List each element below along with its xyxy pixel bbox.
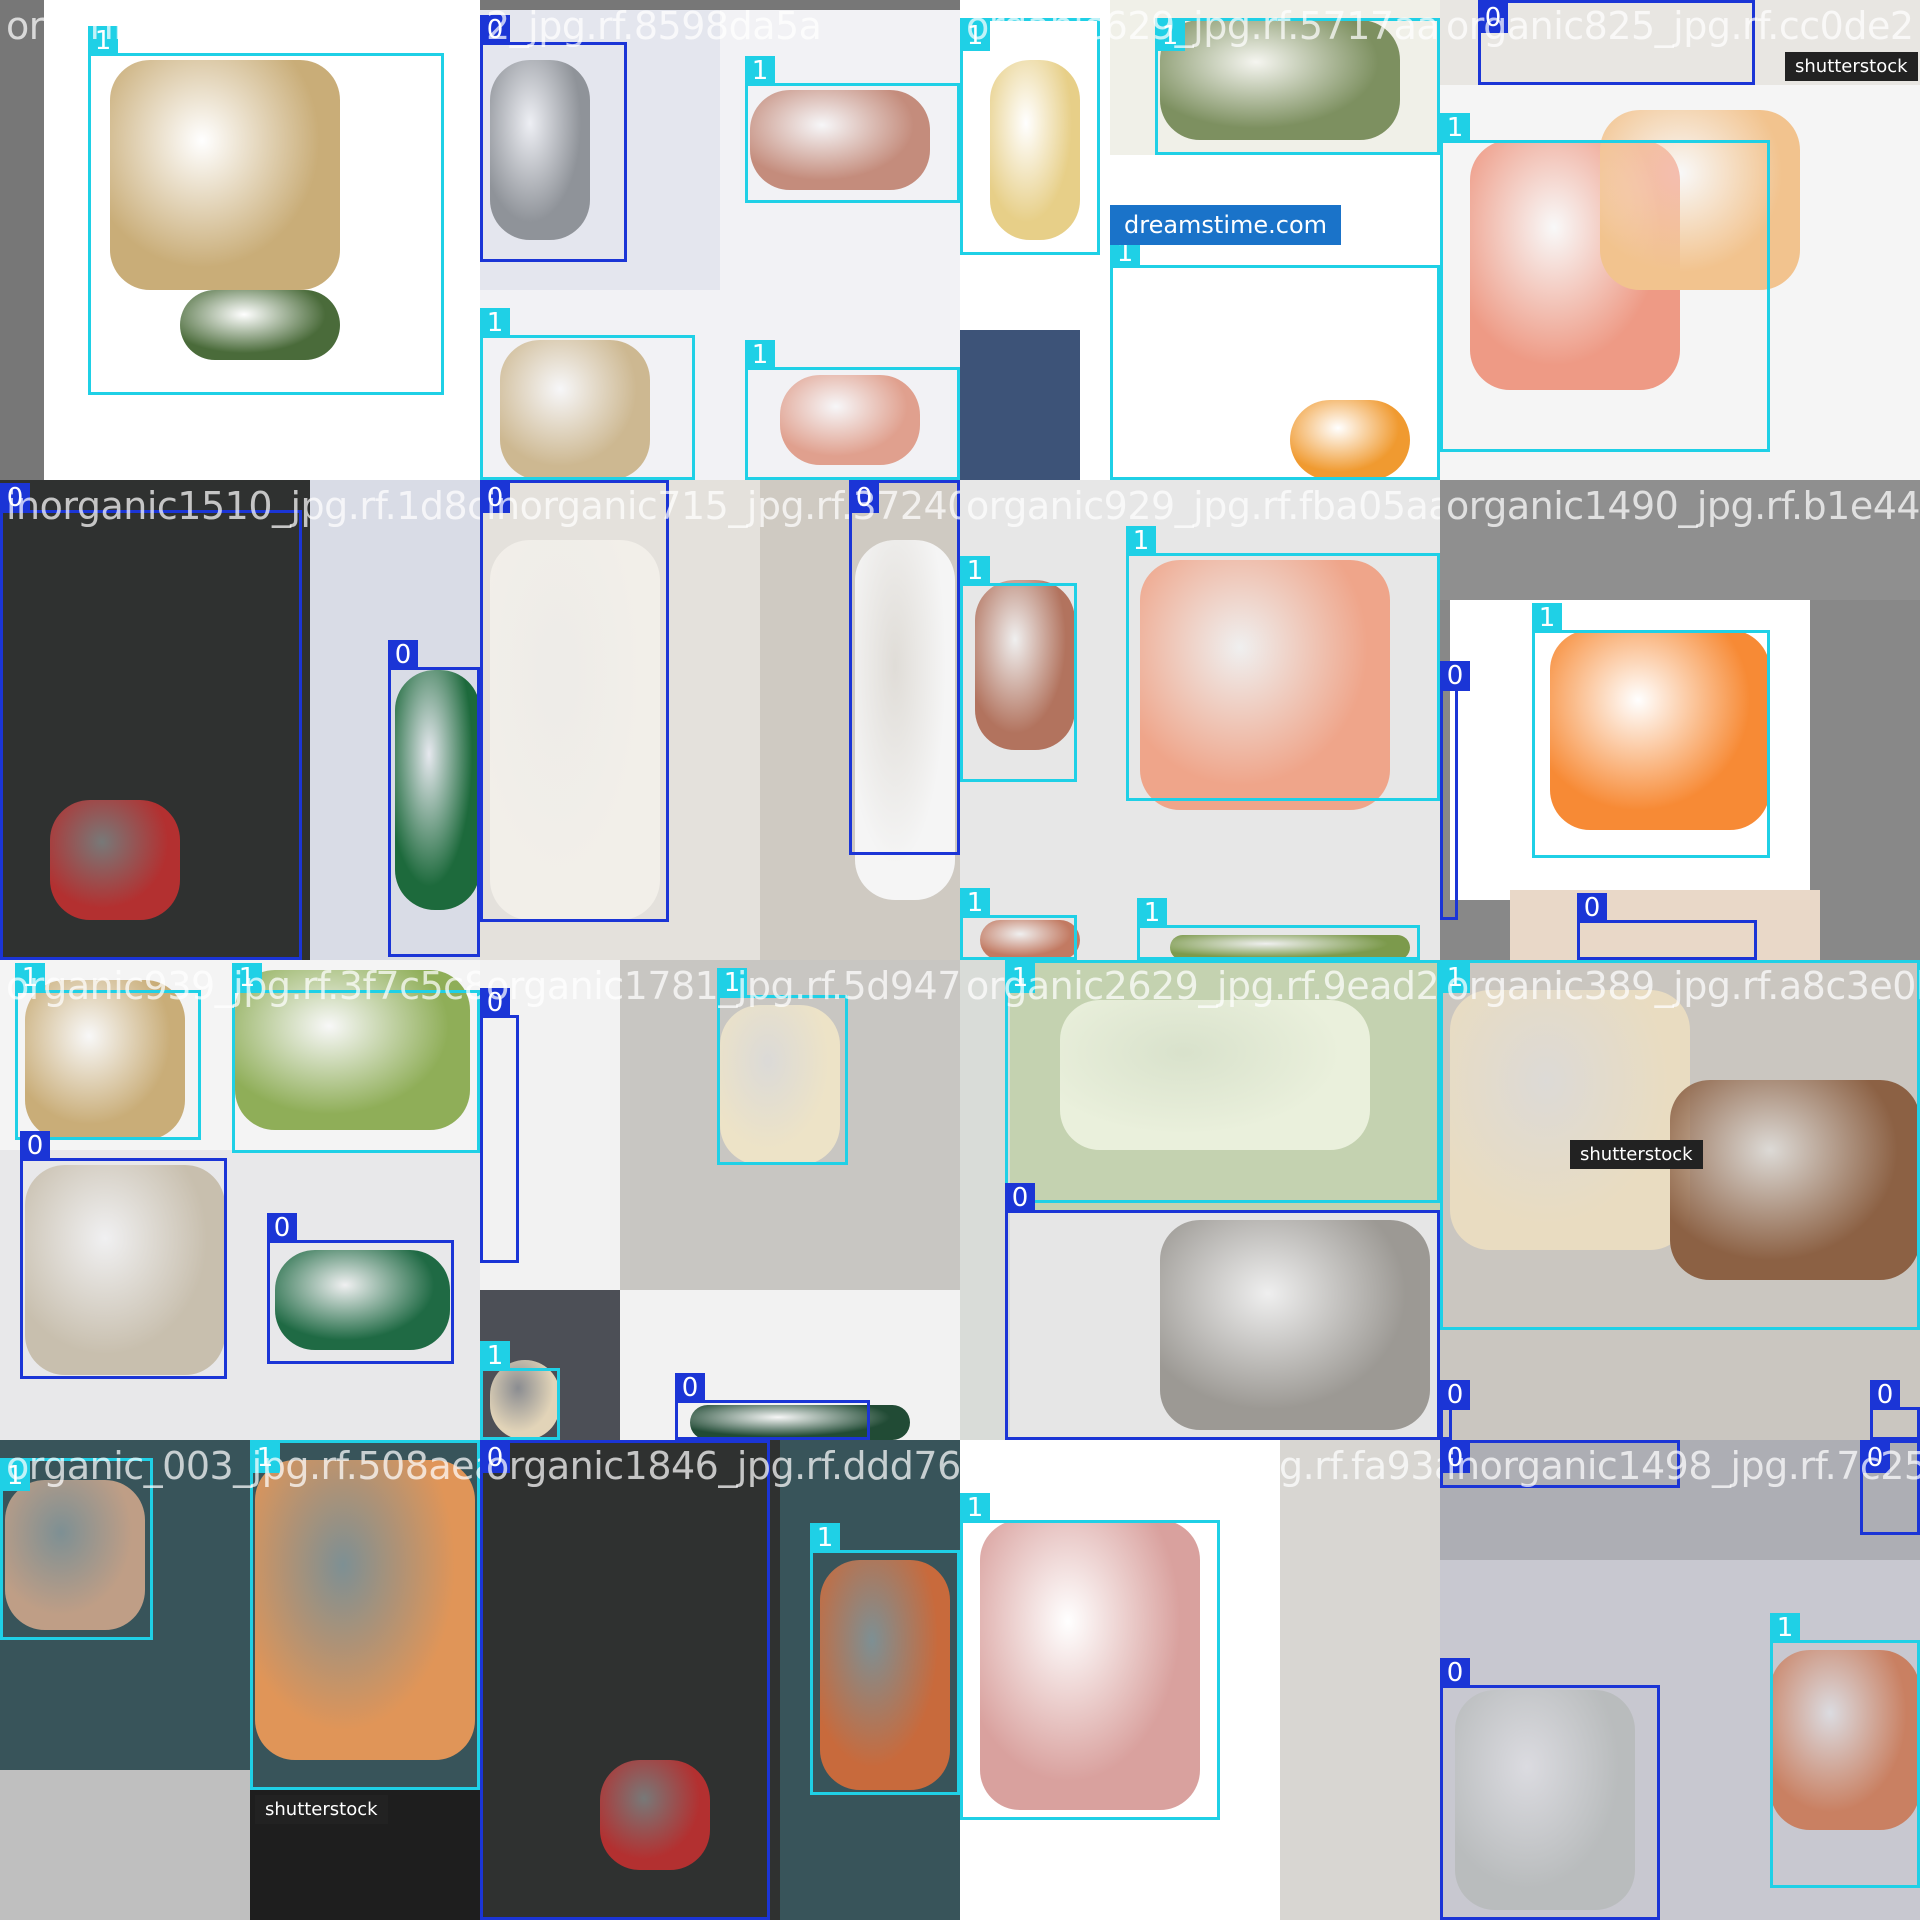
watermark-text: shutterstock (1570, 1140, 1703, 1169)
tile-filename: organic629_jpg.rf.5717aa6 (966, 4, 1440, 48)
class-label: 1 (1137, 898, 1167, 928)
mosaic-tile: shutterstock 1 0 0 organic389_jpg.rf.a8c3e0b (1440, 960, 1920, 1440)
class-label: 0 (20, 1131, 50, 1161)
bounding-box-class-0: 0 (1440, 1380, 1470, 1440)
tile-filename: organic1441_jpg.rf.3d1a061 (6, 4, 480, 48)
mosaic-tile: shutterstock 0 1 organic825_jpg.rf.cc0de2 (1440, 0, 1920, 480)
bounding-box-class-1: 1 (1770, 1613, 1920, 1888)
tile-filename: organic2629_jpg.rf.9ead29c9 (966, 964, 1440, 1008)
watermark-text: shutterstock (255, 1795, 388, 1824)
bounding-box-class-1: 1 (960, 888, 1077, 960)
mosaic-tile: 1 inorganic_021_jpg.rf.fa93a3 (960, 1440, 1440, 1920)
tile-filename: inorganic1498_jpg.rf.7c25cd (1446, 1444, 1920, 1488)
mosaic-tile: 0 0 inorganic715_jpg.rf.37240 (480, 480, 960, 960)
tile-filename: inorganic715_jpg.rf.37240 (486, 484, 960, 528)
class-label: 0 (388, 640, 418, 670)
class-label: 1 (960, 888, 990, 918)
mosaic-tile: 1100organic939_jpg.rf.3f7c5c8b6 (0, 960, 480, 1440)
bounding-box-class-0: 0 (0, 483, 302, 960)
class-label: 1 (480, 308, 510, 338)
bounding-box-class-1: 1 (1126, 526, 1440, 801)
bounding-box-class-0: 0 (1440, 661, 1470, 920)
tile-filename: organic1781_jpg.rf.5d947a6 (486, 964, 960, 1008)
class-label: 0 (1440, 1380, 1470, 1410)
background-region (0, 0, 44, 480)
bounding-box-class-0: 0 (480, 480, 669, 922)
mosaic-tile: 0 1 0 organic1490_jpg.rf.b1e4422 (1440, 480, 1920, 960)
background-region (0, 1770, 250, 1920)
bounding-box-class-0: 0 (20, 1131, 227, 1379)
bounding-box-class-0: 0 (388, 640, 480, 957)
bounding-box-class-0: 0 (675, 1373, 870, 1440)
tile-filename: organic1846_jpg.rf.ddd7663 (486, 1444, 960, 1488)
class-label: 0 (1577, 893, 1607, 923)
mosaic-tile: dreamstime.com 1 1 1 organic629_jpg.rf.5717a… (960, 0, 1440, 480)
class-label: 0 (1870, 1380, 1900, 1410)
bounding-box-class-1: 1 (745, 56, 960, 203)
mosaic-tile: 0 1 1 1 2_jpg.rf.8598da5a (480, 0, 960, 480)
mosaic-tile: 1 organic1441_jpg.rf.3d1a061 (0, 0, 480, 480)
mosaic-tile: 1111organic929_jpg.rf.fba05aac4 (960, 480, 1440, 960)
tile-filename: inorganic_021_jpg.rf.fa93a3 (966, 1444, 1440, 1488)
bounding-box-class-1: 1 (960, 1493, 1220, 1820)
tile-filename: organic825_jpg.rf.cc0de2 (1446, 4, 1914, 48)
tile-filename: 2_jpg.rf.8598da5a (486, 4, 822, 48)
bounding-box-class-1: 1 (250, 1440, 480, 1790)
class-label: 0 (267, 1213, 297, 1243)
class-label: 1 (480, 1341, 510, 1371)
bounding-box-class-1: 1 (717, 968, 848, 1165)
class-label: 1 (745, 56, 775, 86)
tile-filename: organic939_jpg.rf.3f7c5c8b6 (6, 964, 480, 1008)
mosaic-tile: shutterstock 1 1 organic_003_jpg.rf.508aea2 (0, 1440, 480, 1920)
class-label: 0 (675, 1373, 705, 1403)
bounding-box-class-0: 0 (267, 1213, 454, 1364)
class-label: 1 (1770, 1613, 1800, 1643)
class-label: 0 (1440, 1658, 1470, 1688)
mosaic-tile: 10organic2629_jpg.rf.9ead29c9 (960, 960, 1440, 1440)
class-label: 1 (1532, 603, 1562, 633)
bounding-box-class-1: 1 (480, 308, 695, 480)
bounding-box-class-0: 0 (1440, 1658, 1660, 1920)
bounding-box-class-1: 1 (960, 556, 1077, 782)
bounding-box-class-0: 0 (849, 480, 960, 855)
class-label: 1 (1126, 526, 1156, 556)
background-region (960, 330, 1080, 480)
mosaic-tile: 0 1 organic1846_jpg.rf.ddd7663 (480, 1440, 960, 1920)
bounding-box-class-0: 0 (1870, 1380, 1920, 1440)
mosaic-tile: 0 1 1 0 organic1781_jpg.rf.5d947a6 (480, 960, 960, 1440)
mosaic-tile: 00inorganic1510_jpg.rf.1d8ce7 (0, 480, 480, 960)
bounding-box-class-1: 1 (15, 963, 201, 1140)
bounding-box-class-0: 0 (480, 1440, 770, 1920)
bounding-box-class-1: 1 (232, 963, 480, 1153)
bounding-box-class-0: 0 (480, 15, 627, 262)
bounding-box-class-1: 1 (88, 26, 444, 395)
class-label: 1 (745, 340, 775, 370)
bounding-box-class-0: 0 (1005, 1183, 1440, 1440)
bounding-box-class-1: 1 (1532, 603, 1770, 858)
class-label: 0 (1440, 661, 1470, 691)
tile-filename: organic929_jpg.rf.fba05aac4 (966, 484, 1440, 528)
bounding-box-class-1: 1 (1440, 113, 1770, 452)
bounding-box-class-1: 1 (480, 1341, 560, 1440)
background-region (1280, 1440, 1440, 1920)
tile-filename: organic1490_jpg.rf.b1e4422 (1446, 484, 1920, 528)
class-label: 1 (1440, 113, 1470, 143)
watermark-text: dreamstime.com (1110, 205, 1342, 245)
watermark-text: shutterstock (1785, 52, 1918, 81)
bounding-box-class-0: 0 (480, 988, 519, 1263)
class-label: 0 (1005, 1183, 1035, 1213)
class-label: 1 (960, 1493, 990, 1523)
bounding-box-class-1: 1 (1137, 898, 1420, 960)
bounding-box-class-1: 1 (745, 340, 960, 480)
bounding-box-class-0: 0 (1577, 893, 1757, 960)
bounding-box-class-1: 1 (960, 18, 1100, 255)
bounding-box-class-1: 1 (1110, 238, 1440, 480)
mosaic-tile: 0 0 0 1 inorganic1498_jpg.rf.7c25cd (1440, 1440, 1920, 1920)
bounding-box-class-1: 1 (810, 1523, 960, 1795)
class-label: 1 (960, 556, 990, 586)
tile-filename: organic389_jpg.rf.a8c3e0b (1446, 964, 1920, 1008)
class-label: 1 (810, 1523, 840, 1553)
tile-filename: inorganic1510_jpg.rf.1d8ce7 (6, 484, 480, 528)
tile-filename: organic_003_jpg.rf.508aea2 (6, 1444, 480, 1488)
